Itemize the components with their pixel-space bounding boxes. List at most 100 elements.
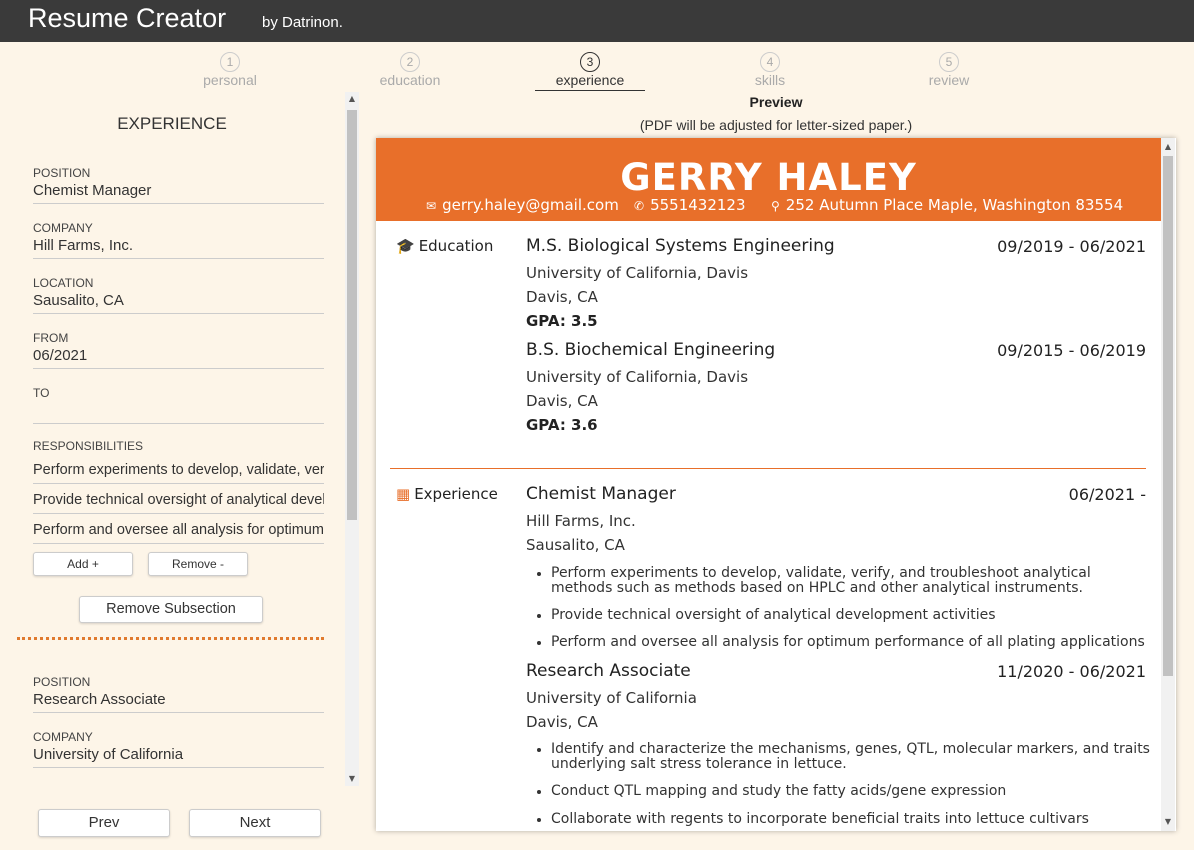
step-label: education: [379, 72, 441, 88]
position-label: POSITION: [33, 166, 91, 180]
job-bullet: Perform and oversee all analysis for opt…: [537, 635, 1151, 650]
step-number: 4: [760, 52, 780, 72]
degree-title: M.S. Biological Systems Engineering: [526, 236, 835, 256]
education-heading: 🎓 Education: [396, 237, 493, 255]
experience-heading: ▦ Experience: [396, 485, 498, 503]
building-icon: ▦: [396, 485, 411, 503]
education-heading-text: Education: [418, 237, 494, 255]
from-input[interactable]: 06/2021: [33, 347, 324, 364]
company-input[interactable]: University of California: [33, 746, 324, 763]
step-number: 2: [400, 52, 420, 72]
job-bullet: Provide technical oversight of analytica…: [537, 608, 1151, 623]
prev-button[interactable]: Prev: [38, 809, 170, 837]
contact-phone: ✆ 5551432123: [634, 196, 746, 214]
gpa: GPA: 3.6: [526, 416, 598, 434]
job-company: Hill Farms, Inc.: [526, 512, 636, 530]
from-label: FROM: [33, 331, 69, 345]
step-number: 1: [220, 52, 240, 72]
job-location: Davis, CA: [526, 713, 598, 731]
company-input[interactable]: Hill Farms, Inc.: [33, 237, 324, 254]
experience-heading-text: Experience: [414, 485, 498, 503]
app-header: Resume Creator by Datrinon.: [0, 0, 1194, 42]
from-field[interactable]: FROM 06/2021: [33, 331, 324, 369]
company-label: COMPANY: [33, 221, 93, 235]
section-divider: [390, 468, 1146, 469]
job-bullet: Collaborate with regents to incorporate …: [537, 812, 1151, 827]
step-number: 3: [580, 52, 600, 72]
step-label: personal: [203, 72, 257, 88]
form-section-title: EXPERIENCE: [117, 114, 227, 133]
step-education[interactable]: 2 education: [350, 52, 470, 88]
position-input[interactable]: Research Associate: [33, 691, 324, 708]
responsibility-input[interactable]: Perform experiments to develop, validate…: [33, 462, 324, 484]
preview-note: (PDF will be adjusted for letter-sized p…: [639, 117, 913, 133]
scroll-up-icon[interactable]: ▲: [1161, 140, 1175, 154]
school-location: Davis, CA: [526, 392, 598, 410]
form-scrollbar[interactable]: ▲ ▼: [345, 92, 359, 786]
preview-scrollbar[interactable]: ▲ ▼: [1161, 138, 1175, 831]
remove-subsection-button[interactable]: Remove Subsection: [79, 596, 263, 623]
scrollbar-thumb[interactable]: [1163, 156, 1173, 676]
job-bullet: Identify and characterize the mechanisms…: [537, 741, 1150, 772]
step-experience[interactable]: 3 experience: [530, 52, 650, 88]
step-label: review: [928, 72, 970, 88]
contact-address: ⚲ 252 Autumn Place Maple, Washington 8355…: [771, 196, 1123, 214]
position-label: POSITION: [33, 675, 91, 689]
job-bullet: Perform experiments to develop, validate…: [537, 566, 1151, 596]
phone-icon: ✆: [634, 199, 645, 213]
scroll-down-icon[interactable]: ▼: [1161, 815, 1175, 829]
graduation-cap-icon: 🎓: [396, 237, 415, 255]
job-bullet: Conduct QTL mapping and study the fatty …: [537, 784, 1151, 799]
school-name: University of California, Davis: [526, 368, 749, 386]
step-label: skills: [754, 72, 786, 88]
responsibility-input[interactable]: Perform and oversee all analysis for opt…: [33, 522, 324, 544]
job-dates: 11/2020 - 06/2021: [997, 662, 1146, 681]
envelope-icon: ✉: [426, 199, 437, 213]
location-input[interactable]: Sausalito, CA: [33, 292, 324, 309]
position-input[interactable]: Chemist Manager: [33, 182, 324, 199]
resume-name: GERRY HALEY: [620, 156, 917, 199]
scroll-up-icon[interactable]: ▲: [345, 92, 359, 106]
location-field[interactable]: LOCATION Sausalito, CA: [33, 276, 324, 314]
resume-preview: GERRY HALEY ✉ gerry.haley@gmail.com ✆ 5551…: [376, 138, 1176, 831]
active-step-underline: [535, 90, 645, 91]
job-location: Sausalito, CA: [526, 536, 625, 554]
subsection-divider: [17, 637, 324, 640]
add-responsibility-button[interactable]: Add +: [33, 552, 133, 576]
degree-dates: 09/2019 - 06/2021: [997, 237, 1146, 256]
school-location: Davis, CA: [526, 288, 598, 306]
step-skills[interactable]: 4 skills: [710, 52, 830, 88]
job-dates: 06/2021 -: [1068, 485, 1146, 504]
email-text: gerry.haley@gmail.com: [442, 196, 619, 214]
job-company: University of California: [526, 689, 697, 707]
scrollbar-thumb[interactable]: [347, 110, 357, 520]
phone-text: 5551432123: [650, 196, 746, 214]
remove-responsibility-button[interactable]: Remove -: [148, 552, 248, 576]
job-title: Chemist Manager: [526, 484, 676, 504]
step-number: 5: [939, 52, 959, 72]
contact-email: ✉ gerry.haley@gmail.com: [426, 196, 619, 214]
app-byline: by Datrinon.: [262, 14, 343, 31]
step-label: experience: [555, 72, 625, 88]
location-label: LOCATION: [33, 276, 94, 290]
step-review[interactable]: 5 review: [889, 52, 1009, 88]
map-marker-icon: ⚲: [771, 199, 780, 213]
resume-header: GERRY HALEY ✉ gerry.haley@gmail.com ✆ 5551…: [376, 138, 1161, 221]
experience-form-panel[interactable]: EXPERIENCE POSITION Chemist Manager COMP…: [0, 92, 344, 786]
position-field[interactable]: POSITION Chemist Manager: [33, 166, 324, 204]
school-name: University of California, Davis: [526, 264, 749, 282]
position-field[interactable]: POSITION Research Associate: [33, 675, 324, 713]
scroll-down-icon[interactable]: ▼: [345, 772, 359, 786]
step-personal[interactable]: 1 personal: [170, 52, 290, 88]
app-title: Resume Creator: [28, 3, 227, 33]
next-button[interactable]: Next: [189, 809, 321, 837]
address-text: 252 Autumn Place Maple, Washington 83554: [785, 196, 1124, 214]
to-field[interactable]: TO: [33, 386, 324, 424]
company-label: COMPANY: [33, 730, 93, 744]
degree-dates: 09/2015 - 06/2019: [997, 341, 1146, 360]
company-field[interactable]: COMPANY University of California: [33, 730, 324, 768]
responsibility-input[interactable]: Provide technical oversight of analytica…: [33, 492, 324, 514]
company-field[interactable]: COMPANY Hill Farms, Inc.: [33, 221, 324, 259]
preview-title: Preview: [749, 94, 803, 110]
degree-title: B.S. Biochemical Engineering: [526, 340, 776, 360]
